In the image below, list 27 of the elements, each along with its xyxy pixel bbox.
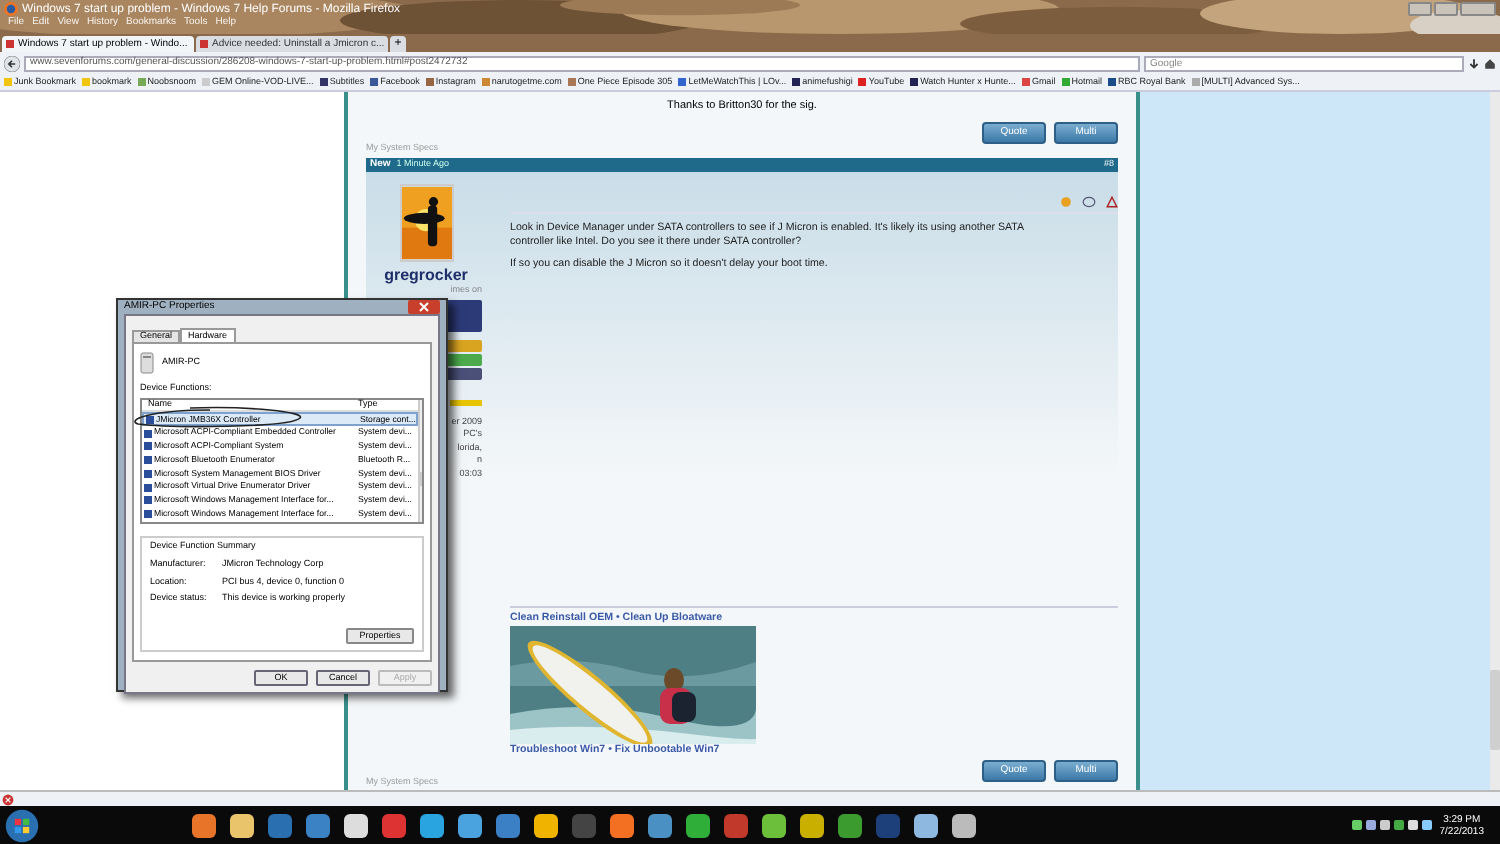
app-icon[interactable] bbox=[762, 813, 786, 837]
scrollbar[interactable] bbox=[417, 399, 422, 521]
app-icon[interactable] bbox=[192, 813, 216, 837]
device-list[interactable] bbox=[140, 397, 424, 523]
app-icon[interactable] bbox=[800, 813, 824, 837]
close-button[interactable] bbox=[408, 300, 440, 314]
back-icon[interactable] bbox=[4, 55, 20, 71]
app-icon[interactable] bbox=[686, 813, 710, 837]
start-button[interactable] bbox=[4, 807, 40, 843]
app-icon[interactable] bbox=[648, 813, 672, 837]
author-name[interactable]: gregrocker bbox=[384, 268, 468, 284]
app-icon[interactable] bbox=[610, 813, 634, 837]
app-icon[interactable] bbox=[534, 813, 558, 837]
warning-icon[interactable] bbox=[1106, 196, 1118, 208]
close-icon[interactable] bbox=[2, 793, 14, 805]
app-icon[interactable] bbox=[952, 813, 976, 837]
reputation-icon bbox=[450, 399, 482, 405]
scrollbar[interactable] bbox=[1490, 92, 1500, 790]
badge-icon bbox=[446, 299, 482, 331]
computer-icon bbox=[140, 352, 154, 374]
app-icon[interactable] bbox=[458, 813, 482, 837]
app-icon[interactable] bbox=[230, 813, 254, 837]
app-icon[interactable] bbox=[420, 813, 444, 837]
app-icon[interactable] bbox=[914, 813, 938, 837]
download-icon[interactable] bbox=[1468, 57, 1480, 69]
app-icon[interactable] bbox=[344, 813, 368, 837]
home-icon[interactable] bbox=[1484, 57, 1496, 69]
